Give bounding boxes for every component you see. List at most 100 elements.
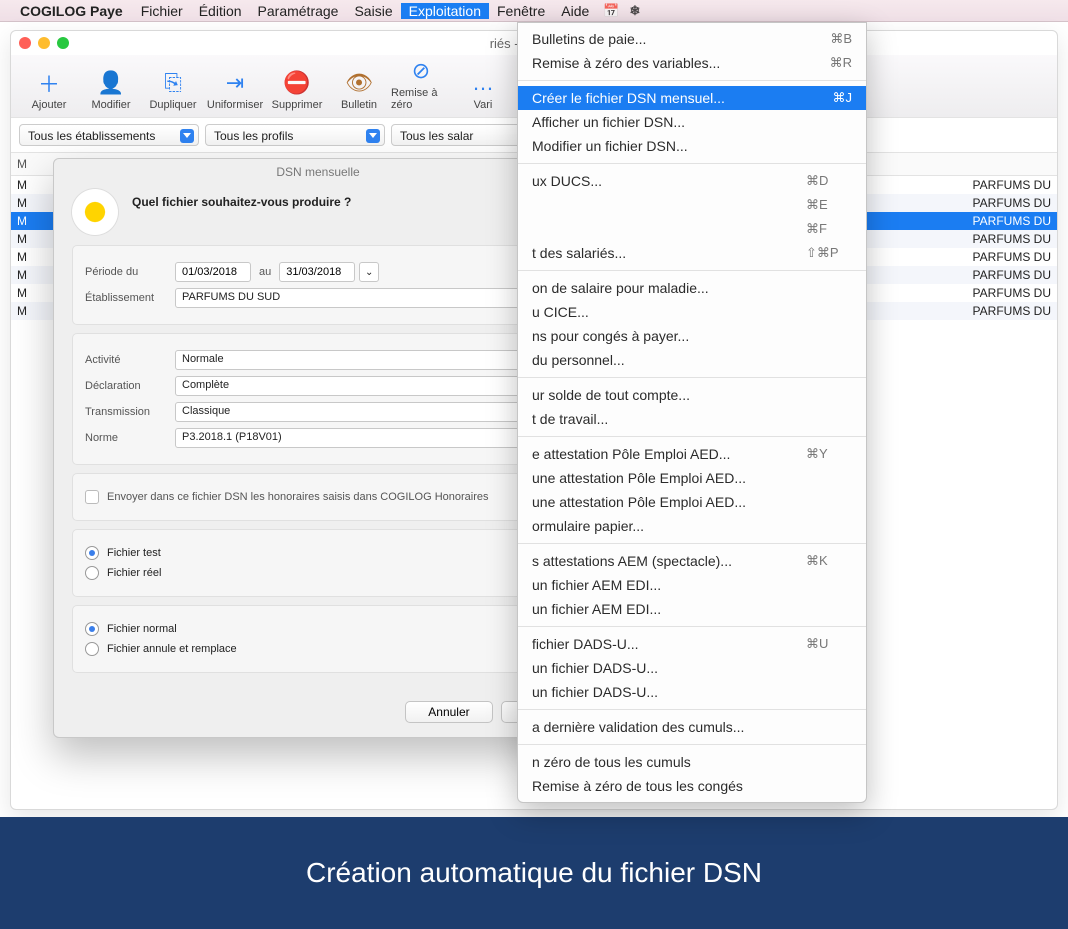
menu-item[interactable]: Créer le fichier DSN mensuel...⌘J: [518, 86, 866, 110]
date-stepper-button[interactable]: ⌄: [359, 262, 379, 282]
label-normal: Fichier normal: [107, 623, 177, 635]
menu-item[interactable]: fichier DADS-U...⌘U: [518, 632, 866, 656]
menu-item[interactable]: t de travail...: [518, 407, 866, 431]
radio-reel[interactable]: [85, 566, 99, 580]
modal-title: DSN mensuelle: [54, 159, 582, 185]
menu-item[interactable]: du personnel...: [518, 348, 866, 372]
menu-separator: [518, 80, 866, 81]
label-etablissement: Établissement: [85, 292, 175, 304]
menu-item[interactable]: Remise à zéro de tous les congés: [518, 774, 866, 798]
menu-item[interactable]: Bulletins de paie...⌘B: [518, 27, 866, 51]
etablissement-select[interactable]: PARFUMS DU SUD: [175, 288, 551, 308]
app-name[interactable]: COGILOG Paye: [20, 3, 133, 19]
uniformiser-icon: ⇥: [221, 69, 249, 97]
menu-édition[interactable]: Édition: [191, 3, 250, 19]
cancel-button[interactable]: Annuler: [405, 701, 492, 723]
menu-item[interactable]: u CICE...: [518, 300, 866, 324]
menu-separator: [518, 543, 866, 544]
dsn-modal: DSN mensuelle Quel fichier souhaitez-vou…: [53, 158, 583, 738]
toolbar-ajouter[interactable]: ＋Ajouter: [19, 69, 79, 111]
date-to-input[interactable]: [279, 262, 355, 282]
modal-question: Quel fichier souhaitez-vous produire ?: [132, 195, 351, 209]
menu-item[interactable]: un fichier DADS-U...: [518, 680, 866, 704]
menu-paramétrage[interactable]: Paramétrage: [250, 3, 347, 19]
menu-item[interactable]: on de salaire pour maladie...: [518, 276, 866, 300]
honoraires-checkbox[interactable]: [85, 490, 99, 504]
declaration-select[interactable]: Complète: [175, 376, 551, 396]
minimize-icon[interactable]: [38, 37, 50, 49]
menu-item[interactable]: un fichier AEM EDI...: [518, 573, 866, 597]
label-activite: Activité: [85, 354, 175, 366]
menu-item[interactable]: ns pour congés à payer...: [518, 324, 866, 348]
menu-item[interactable]: Afficher un fichier DSN...: [518, 110, 866, 134]
transmission-select[interactable]: Classique: [175, 402, 551, 422]
supprimer-icon: ⛔: [283, 69, 311, 97]
exploitation-menu: Bulletins de paie...⌘BRemise à zéro des …: [517, 22, 867, 803]
label-au: au: [259, 266, 271, 278]
vari-icon: …: [469, 69, 497, 97]
menu-exploitation[interactable]: Exploitation: [401, 3, 489, 19]
filter-etablissements[interactable]: Tous les établissements: [19, 124, 199, 146]
label-periode: Période du: [85, 266, 175, 278]
menu-item[interactable]: une attestation Pôle Emploi AED...: [518, 490, 866, 514]
toolbar-dupliquer[interactable]: ⎘Dupliquer: [143, 69, 203, 111]
menu-item[interactable]: a dernière validation des cumuls...: [518, 715, 866, 739]
toolbar-uniformiser[interactable]: ⇥Uniformiser: [205, 69, 265, 111]
zoom-icon[interactable]: [57, 37, 69, 49]
flower-icon: [72, 189, 118, 235]
menu-item[interactable]: un fichier AEM EDI...: [518, 597, 866, 621]
period-section: Période du au ⌄ Établissement PARFUMS DU…: [72, 245, 564, 325]
toolbar-bulletin[interactable]: 👁Bulletin: [329, 69, 389, 111]
norme-select[interactable]: P3.2018.1 (P18V01): [175, 428, 551, 448]
activite-select[interactable]: Normale: [175, 350, 551, 370]
honoraires-section: Envoyer dans ce fichier DSN les honorair…: [72, 473, 564, 521]
menu-fenêtre[interactable]: Fenêtre: [489, 3, 553, 19]
remise à zéro-icon: ⊘: [407, 57, 435, 85]
menu-item[interactable]: ur solde de tout compte...: [518, 383, 866, 407]
menu-separator: [518, 744, 866, 745]
filter-profils[interactable]: Tous les profils: [205, 124, 385, 146]
menu-aide[interactable]: Aide: [553, 3, 597, 19]
close-icon[interactable]: [19, 37, 31, 49]
label-transmission: Transmission: [85, 406, 175, 418]
menu-item[interactable]: ⌘E: [518, 193, 866, 217]
menu-separator: [518, 163, 866, 164]
slide-caption: Création automatique du fichier DSN: [0, 817, 1068, 929]
menu-item[interactable]: ⌘F: [518, 217, 866, 241]
menu-item[interactable]: n zéro de tous les cumuls: [518, 750, 866, 774]
menu-item[interactable]: ux DUCS...⌘D: [518, 169, 866, 193]
menu-item[interactable]: s attestations AEM (spectacle)...⌘K: [518, 549, 866, 573]
toolbar-remise-à-zéro[interactable]: ⊘Remise à zéro: [391, 57, 451, 111]
menu-fichier[interactable]: Fichier: [133, 3, 191, 19]
menu-item[interactable]: t des salariés...⇧⌘P: [518, 241, 866, 265]
menu-item[interactable]: une attestation Pôle Emploi AED...: [518, 466, 866, 490]
label-norme: Norme: [85, 432, 175, 444]
file-type-section: Fichier test Fichier réel: [72, 529, 564, 597]
toolbar-modifier[interactable]: 👤Modifier: [81, 69, 141, 111]
label-reel: Fichier réel: [107, 567, 161, 579]
radio-normal[interactable]: [85, 622, 99, 636]
menu-saisie[interactable]: Saisie: [346, 3, 400, 19]
menu-separator: [518, 709, 866, 710]
menu-separator: [518, 270, 866, 271]
mac-menubar: COGILOG Paye FichierÉditionParamétrageSa…: [0, 0, 1068, 22]
menu-item[interactable]: Modifier un fichier DSN...: [518, 134, 866, 158]
file-mode-section: Fichier normal Fichier annule et remplac…: [72, 605, 564, 673]
menu-separator: [518, 377, 866, 378]
calendar-icon[interactable]: 📅: [603, 3, 619, 19]
menu-item[interactable]: e attestation Pôle Emploi AED...⌘Y: [518, 442, 866, 466]
snowflake-icon[interactable]: ❄︎: [629, 3, 640, 19]
radio-test[interactable]: [85, 546, 99, 560]
menu-item[interactable]: ormulaire papier...: [518, 514, 866, 538]
grid-header-col1[interactable]: M: [11, 153, 51, 175]
ajouter-icon: ＋: [35, 69, 63, 97]
radio-annule[interactable]: [85, 642, 99, 656]
menu-item[interactable]: un fichier DADS-U...: [518, 656, 866, 680]
toolbar-supprimer[interactable]: ⛔Supprimer: [267, 69, 327, 111]
label-test: Fichier test: [107, 547, 161, 559]
modifier-icon: 👤: [97, 69, 125, 97]
toolbar-vari[interactable]: …Vari: [453, 69, 513, 111]
dupliquer-icon: ⎘: [159, 69, 187, 97]
menu-item[interactable]: Remise à zéro des variables...⌘R: [518, 51, 866, 75]
date-from-input[interactable]: [175, 262, 251, 282]
